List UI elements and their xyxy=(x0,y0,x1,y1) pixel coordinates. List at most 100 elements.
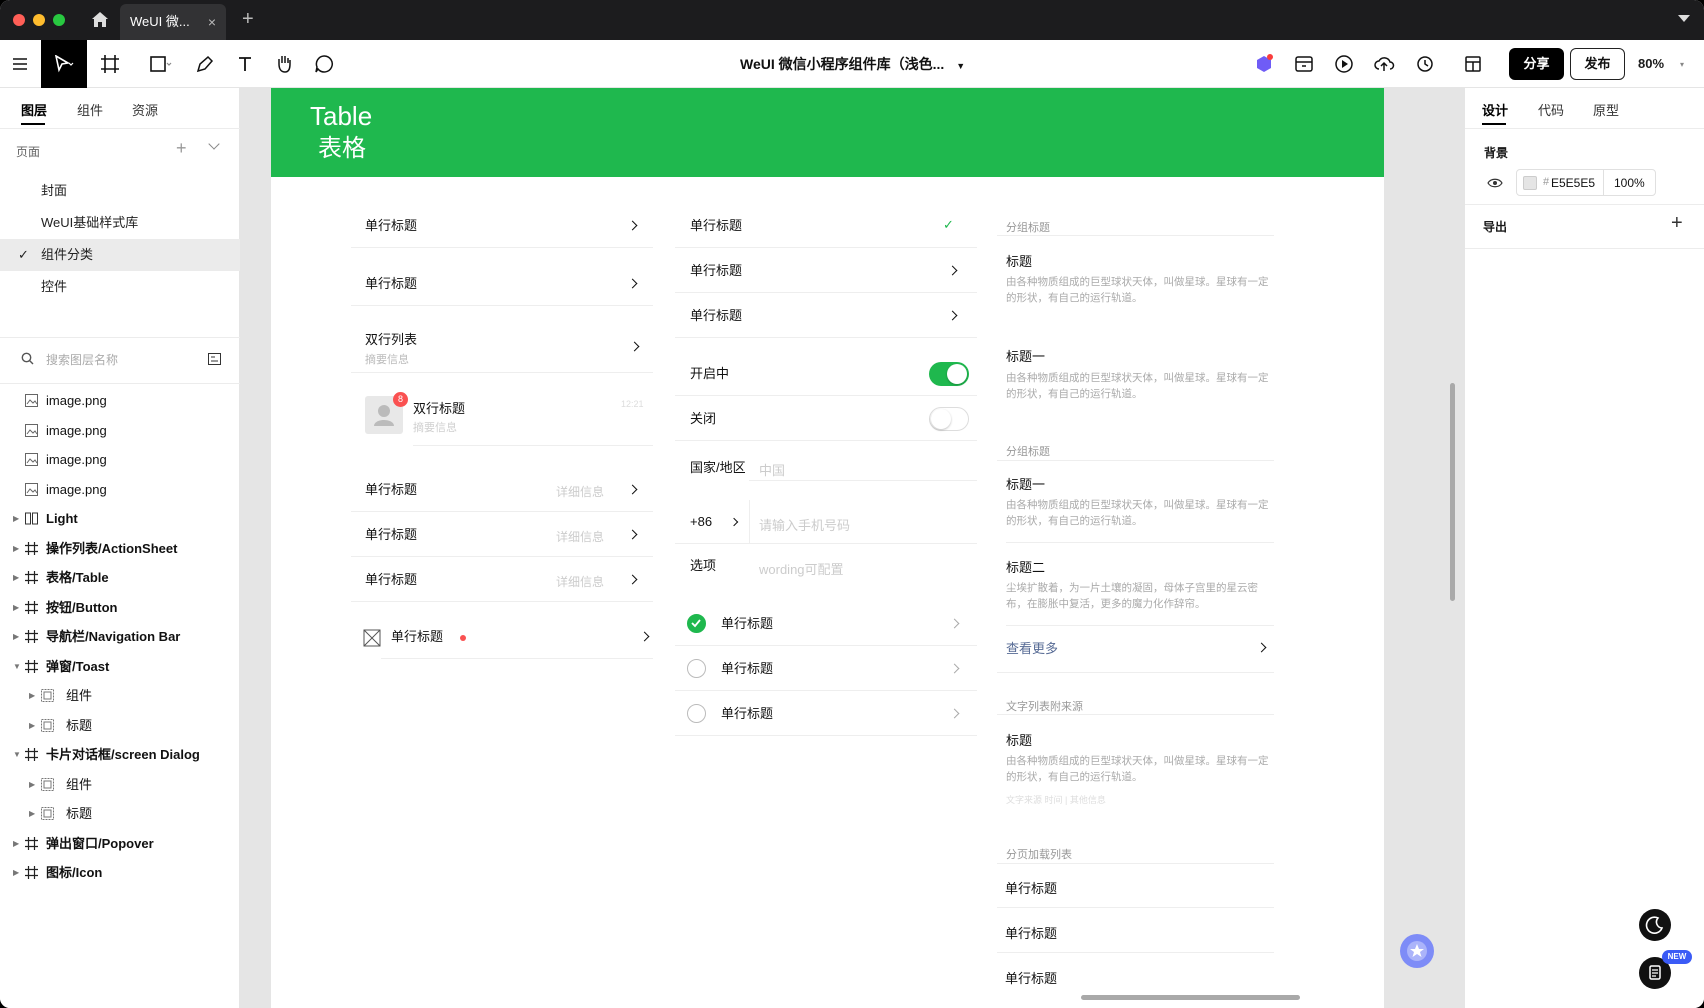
paged-list-item[interactable]: 单行标题 xyxy=(1005,968,1057,987)
toggle-switch-off[interactable] xyxy=(929,407,969,431)
archive-icon[interactable] xyxy=(1292,52,1316,76)
expand-right-caret-icon[interactable]: ▶ xyxy=(29,769,35,801)
layer-item[interactable]: ▶ 图标/Icon xyxy=(0,857,240,889)
frame-tool-icon[interactable] xyxy=(99,52,123,76)
layer-item[interactable]: ▶ 表格/Table xyxy=(0,562,240,594)
table-row[interactable]: 单行标题 xyxy=(675,249,977,293)
table-row-avatar[interactable]: 8 双行标题 摘要信息 12:21 xyxy=(351,388,653,446)
form-row-phone[interactable]: +86 请输入手机号码 xyxy=(675,500,977,544)
table-row-checked[interactable]: 单行标题 ✓ xyxy=(675,204,977,248)
horizontal-scrollbar[interactable] xyxy=(1081,995,1300,1000)
expand-right-caret-icon[interactable]: ▶ xyxy=(13,503,19,535)
table-row[interactable]: 单行标题 详细信息 xyxy=(351,558,653,602)
document-title[interactable]: WeUI 微信小程序组件库（浅色... ▼ xyxy=(740,40,965,90)
tab-assets[interactable]: 资源 xyxy=(132,100,158,119)
color-swatch[interactable] xyxy=(1523,176,1537,190)
play-icon[interactable] xyxy=(1332,52,1356,76)
page-item[interactable]: 控件 xyxy=(0,271,240,303)
radio-unchecked[interactable] xyxy=(687,659,706,678)
view-more-link[interactable]: 查看更多 xyxy=(1006,638,1058,657)
rectangle-tool-icon[interactable] xyxy=(149,52,173,76)
layer-item[interactable]: ▼ 弹窗/Toast xyxy=(0,651,240,683)
window-menu-chevron-icon[interactable] xyxy=(1678,15,1690,22)
tab-prototype[interactable]: 原型 xyxy=(1593,100,1619,119)
pen-tool-icon[interactable] xyxy=(193,52,217,76)
layer-item[interactable]: ▶ 组件 xyxy=(0,680,240,712)
page-item[interactable]: 封面 xyxy=(0,175,240,207)
expand-right-caret-icon[interactable]: ▶ xyxy=(29,710,35,742)
share-button[interactable]: 分享 xyxy=(1509,48,1564,80)
zoom-level[interactable]: 80% xyxy=(1638,40,1664,88)
layer-item[interactable]: ▶ 操作列表/ActionSheet xyxy=(0,533,240,565)
form-row-option[interactable]: 选项 wording可配置 xyxy=(675,544,977,588)
filter-icon[interactable] xyxy=(208,353,221,365)
expand-right-caret-icon[interactable]: ▶ xyxy=(29,798,35,830)
layer-item[interactable]: image.png xyxy=(0,385,240,417)
radio-unchecked[interactable] xyxy=(687,704,706,723)
radio-checked[interactable] xyxy=(687,614,706,633)
layer-item[interactable]: ▶ 导航栏/Navigation Bar xyxy=(0,621,240,653)
eye-icon[interactable] xyxy=(1487,178,1503,188)
radio-row[interactable]: 单行标题 xyxy=(675,692,977,736)
main-menu-icon[interactable] xyxy=(8,52,32,76)
vertical-scrollbar[interactable] xyxy=(1450,383,1455,601)
table-row[interactable]: 单行标题 xyxy=(675,294,977,338)
ai-assistant-button[interactable] xyxy=(1400,934,1434,968)
document-tab[interactable]: WeUI 微... × xyxy=(120,4,226,40)
expand-down-caret-icon[interactable]: ▼ xyxy=(13,651,21,683)
expand-right-caret-icon[interactable]: ▶ xyxy=(13,533,19,565)
add-export-icon[interactable]: + xyxy=(1671,212,1683,235)
add-page-icon[interactable]: + xyxy=(176,138,187,159)
opacity-value[interactable]: 100% xyxy=(1614,176,1645,190)
plugin-badge-icon[interactable] xyxy=(1252,52,1276,76)
minimize-window-button[interactable] xyxy=(33,14,45,26)
hand-tool-icon[interactable] xyxy=(272,52,296,76)
option-input[interactable]: wording可配置 xyxy=(759,559,844,578)
publish-button[interactable]: 发布 xyxy=(1570,48,1625,80)
layer-item[interactable]: image.png xyxy=(0,444,240,476)
table-row-double[interactable]: 双行列表 摘要信息 xyxy=(351,319,653,373)
expand-down-caret-icon[interactable]: ▼ xyxy=(13,739,21,771)
country-code[interactable]: +86 xyxy=(690,500,712,544)
expand-right-caret-icon[interactable]: ▶ xyxy=(13,621,19,653)
layer-item[interactable]: ▶ 标题 xyxy=(0,710,240,742)
layout-panel-icon[interactable] xyxy=(1462,52,1486,76)
zoom-chevron-icon[interactable]: ▾ xyxy=(1680,60,1684,69)
expand-right-caret-icon[interactable]: ▶ xyxy=(13,562,19,594)
close-window-button[interactable] xyxy=(13,14,25,26)
home-icon[interactable] xyxy=(90,10,110,30)
expand-right-caret-icon[interactable]: ▶ xyxy=(29,680,35,712)
radio-row[interactable]: 单行标题 xyxy=(675,602,977,646)
page-item-selected[interactable]: ✓ 组件分类 xyxy=(0,239,240,271)
layer-item[interactable]: ▶ 组件 xyxy=(0,769,240,801)
layer-item[interactable]: ▶ 弹出窗口/Popover xyxy=(0,828,240,860)
collapse-pages-chevron-icon[interactable] xyxy=(208,138,220,150)
tab-layers[interactable]: 图层 xyxy=(21,100,47,119)
hex-value[interactable]: E5E5E5 xyxy=(1551,176,1595,190)
layer-item[interactable]: ▶ 标题 xyxy=(0,798,240,830)
chevron-down-icon[interactable]: ▼ xyxy=(956,61,965,71)
layer-search-input[interactable]: 搜索图层名称 xyxy=(46,351,118,368)
theme-toggle-button[interactable] xyxy=(1639,909,1671,941)
background-color-field[interactable]: # E5E5E5 100% xyxy=(1516,169,1656,196)
switch-row[interactable]: 开启中 xyxy=(675,352,977,396)
tab-components[interactable]: 组件 xyxy=(77,100,103,119)
layer-item[interactable]: ▼ 卡片对话框/screen Dialog xyxy=(0,739,240,771)
switch-row[interactable]: 关闭 xyxy=(675,397,977,441)
table-row[interactable]: 单行标题 xyxy=(351,204,653,248)
paged-list-item[interactable]: 单行标题 xyxy=(1005,878,1057,897)
history-icon[interactable] xyxy=(1414,52,1438,76)
table-row[interactable]: 单行标题 xyxy=(351,262,653,306)
layer-item[interactable]: image.png xyxy=(0,474,240,506)
layer-item[interactable]: ▶ Light xyxy=(0,503,240,535)
table-row[interactable]: 单行标题 详细信息 xyxy=(351,513,653,557)
expand-right-caret-icon[interactable]: ▶ xyxy=(13,828,19,860)
toggle-switch-on[interactable] xyxy=(929,362,969,386)
text-tool-icon[interactable] xyxy=(233,52,257,76)
artboard-table[interactable]: Table 表格 单行标题 单行标题 双行列表 摘要信息 8 双行标题 摘要信息… xyxy=(271,88,1384,1008)
expand-right-caret-icon[interactable]: ▶ xyxy=(13,592,19,624)
table-row[interactable]: 单行标题 详细信息 xyxy=(351,468,653,512)
phone-input[interactable]: 请输入手机号码 xyxy=(759,515,850,534)
radio-row[interactable]: 单行标题 xyxy=(675,647,977,691)
maximize-window-button[interactable] xyxy=(53,14,65,26)
